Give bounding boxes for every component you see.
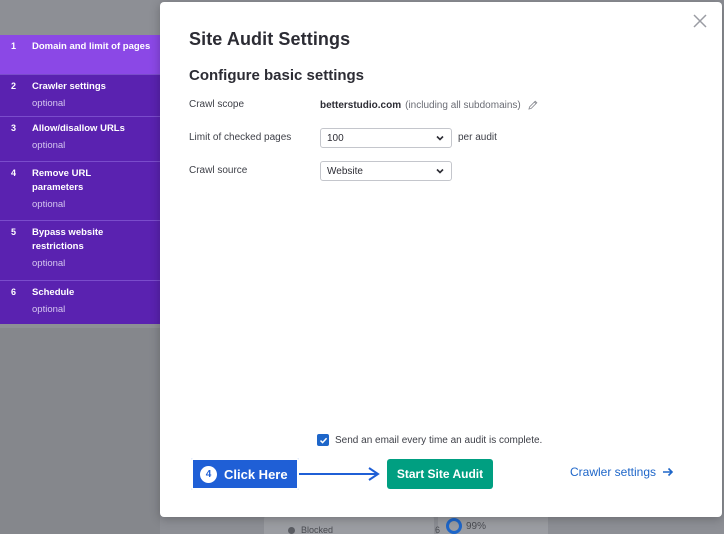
crawl-scope-value: betterstudio.com (including all subdomai…	[320, 99, 539, 111]
chevron-down-icon	[436, 168, 444, 174]
step-optional-label: optional	[32, 258, 66, 269]
step-number: 5	[11, 227, 17, 237]
blocked-label: Blocked	[301, 525, 334, 534]
crawl-scope-label: Crawl scope	[189, 99, 245, 110]
arrow-right-icon	[663, 467, 674, 477]
step-number: 4	[11, 168, 17, 178]
step-name: Domain and limit of pages	[32, 41, 151, 52]
step-name: Remove URL parameters	[32, 168, 91, 193]
start-site-audit-button[interactable]: Start Site Audit	[387, 459, 493, 489]
step-remove-url-parameters[interactable]: 4 Remove URL parameters optional	[0, 162, 160, 221]
step-name: Bypass website restrictions	[32, 227, 104, 252]
step-schedule[interactable]: 6 Schedule optional	[0, 281, 160, 324]
step-crawler-settings[interactable]: 2 Crawler settings optional	[0, 75, 160, 117]
step-name: Allow/disallow URLs	[32, 123, 125, 134]
chevron-down-icon	[436, 135, 444, 141]
email-checkbox-label: Send an email every time an audit is com…	[335, 434, 543, 446]
background-sidebar	[0, 328, 160, 534]
step-number: 2	[11, 81, 17, 91]
step-allow-disallow-urls[interactable]: 3 Allow/disallow URLs optional	[0, 117, 160, 162]
crawl-scope-note: (including all subdomains)	[405, 99, 521, 111]
crawler-settings-next-link[interactable]: Crawler settings	[570, 465, 674, 479]
step-number: 1	[11, 41, 17, 51]
percent-value: 99%	[466, 520, 487, 532]
modal-title: Site Audit Settings	[189, 29, 351, 49]
status-dot-icon	[288, 526, 295, 534]
crawler-settings-link-label: Crawler settings	[570, 465, 657, 479]
step-name: Schedule	[32, 287, 75, 298]
tutorial-callout: 4 Click Here	[191, 458, 299, 490]
callout-arrow-icon	[299, 467, 380, 481]
email-notification-row: Send an email every time an audit is com…	[317, 434, 542, 446]
checkmark-icon	[319, 437, 327, 444]
email-checkbox[interactable]	[317, 434, 329, 446]
crawl-source-label: Crawl source	[189, 165, 248, 176]
site-audit-settings-modal: Site Audit Settings Configure basic sett…	[160, 2, 722, 517]
step-number: 6	[11, 287, 17, 297]
donut-icon	[446, 518, 462, 534]
crawl-scope-domain: betterstudio.com	[320, 99, 402, 111]
background-percent: 99%	[446, 518, 486, 534]
step-number: 3	[11, 123, 17, 133]
crawl-source-selected-value: Website	[327, 165, 363, 177]
step-name: Crawler settings	[32, 81, 106, 92]
crawl-source-select[interactable]: Website	[320, 161, 452, 181]
callout-step-number: 4	[200, 465, 217, 483]
step-optional-label: optional	[32, 98, 66, 109]
background-blocked-row: Blocked 6	[288, 525, 440, 534]
step-optional-label: optional	[32, 140, 66, 151]
pencil-icon[interactable]	[527, 99, 539, 111]
settings-steps-nav: 1 Domain and limit of pages 2 Crawler se…	[0, 35, 160, 324]
close-icon[interactable]	[692, 13, 708, 29]
limit-label: Limit of checked pages	[189, 132, 292, 143]
section-title: Configure basic settings	[189, 67, 365, 84]
limit-suffix: per audit	[458, 132, 497, 143]
limit-select[interactable]: 100	[320, 128, 452, 148]
step-optional-label: optional	[32, 304, 66, 315]
step-domain-and-limit[interactable]: 1 Domain and limit of pages	[0, 35, 160, 75]
limit-selected-value: 100	[327, 132, 344, 144]
step-bypass-website-restrictions[interactable]: 5 Bypass website restrictions optional	[0, 221, 160, 281]
callout-text: Click Here	[224, 466, 288, 482]
blocked-count: 6	[435, 525, 441, 534]
step-optional-label: optional	[32, 199, 66, 210]
